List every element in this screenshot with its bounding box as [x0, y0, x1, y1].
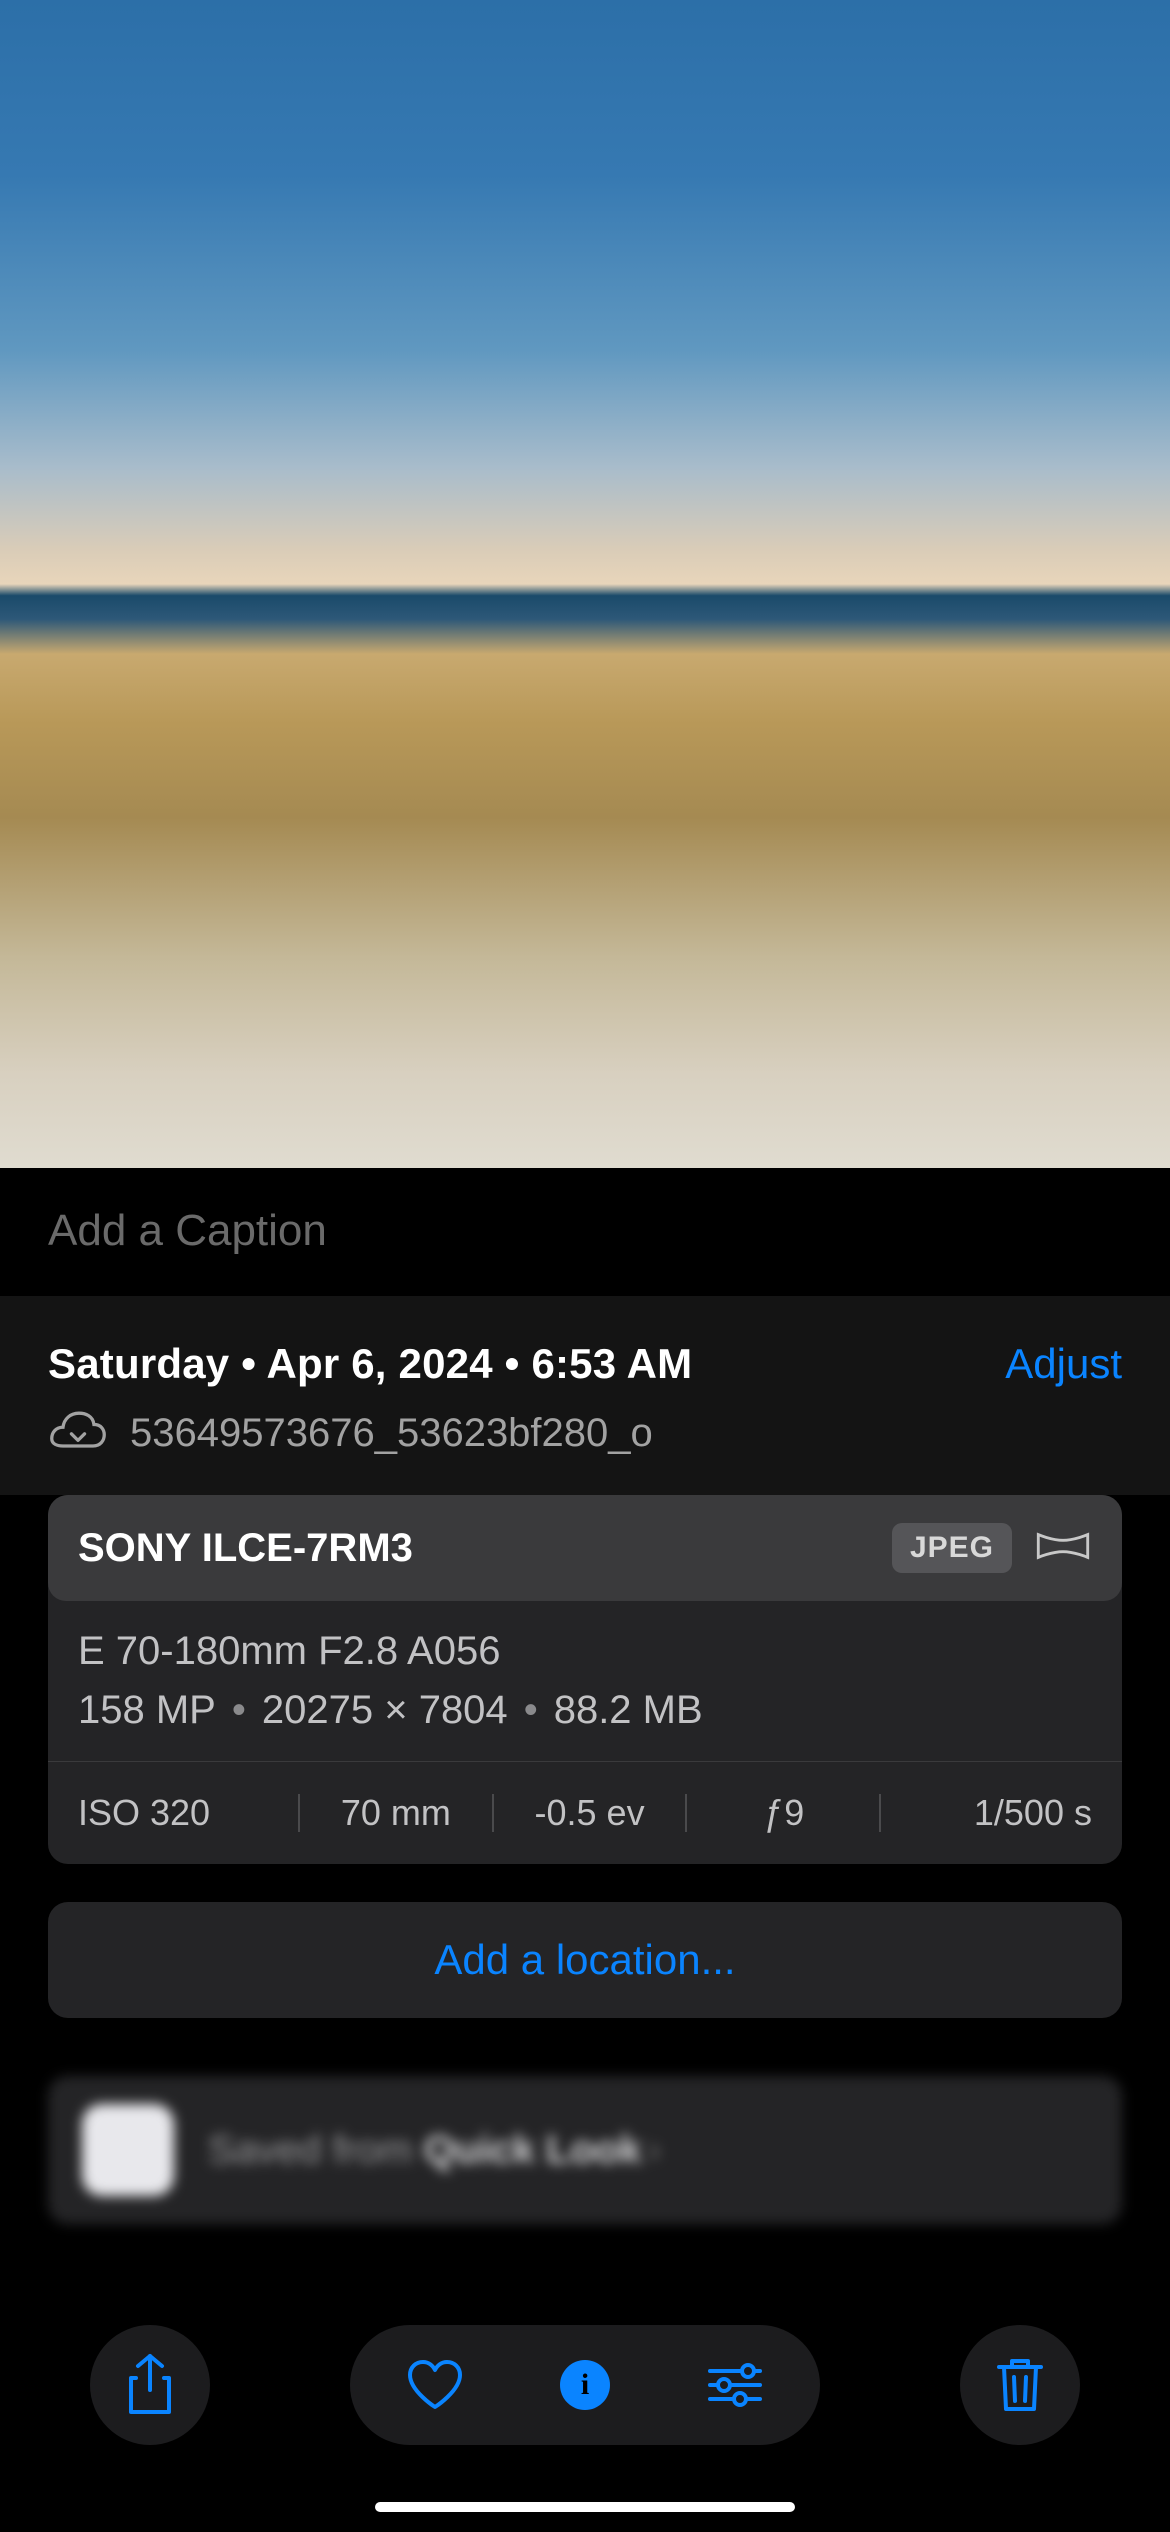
- source-text: Saved from Quick Look›: [208, 2128, 661, 2173]
- filename-label: 53649573676_53623bf280_o: [130, 1411, 653, 1456]
- f-number: ƒ9: [687, 1792, 879, 1834]
- time-label: 6:53 AM: [531, 1340, 692, 1387]
- filesize: 88.2 MB: [554, 1688, 703, 1732]
- iso-value: ISO 320: [78, 1792, 298, 1834]
- caption-input-row[interactable]: Add a Caption: [0, 1168, 1170, 1296]
- source-card[interactable]: Saved from Quick Look›: [48, 2076, 1122, 2224]
- metadata-section: Saturday • Apr 6, 2024 • 6:53 AM 5364957…: [0, 1296, 1170, 1495]
- cloud-download-icon: [48, 1410, 108, 1457]
- share-icon: [123, 2352, 177, 2418]
- caption-placeholder: Add a Caption: [48, 1206, 327, 1255]
- focal-length: 70 mm: [300, 1792, 492, 1834]
- exif-shoot-row: ISO 320 70 mm -0.5 ev ƒ9 1/500 s: [48, 1761, 1122, 1864]
- share-button[interactable]: [90, 2325, 210, 2445]
- pixel-dimensions: 20275 × 7804: [262, 1688, 508, 1732]
- add-location-label: Add a location...: [434, 1936, 735, 1983]
- day-label: Saturday: [48, 1340, 229, 1387]
- format-badge: JPEG: [892, 1523, 1012, 1573]
- dimensions-line: 158 MP•20275 × 7804•88.2 MB: [78, 1688, 1092, 1733]
- lens-name: E 70-180mm F2.8 A056: [78, 1629, 1092, 1674]
- home-indicator[interactable]: [375, 2502, 795, 2512]
- bottom-toolbar: i: [0, 2288, 1170, 2532]
- adjust-button[interactable]: Adjust: [1005, 1340, 1122, 1388]
- camera-model: SONY ILCE-7RM3: [78, 1526, 413, 1571]
- megapixels: 158 MP: [78, 1688, 216, 1732]
- trash-icon: [995, 2355, 1045, 2415]
- exposure-value: -0.5 ev: [494, 1792, 686, 1834]
- exif-body: E 70-180mm F2.8 A056 158 MP•20275 × 7804…: [48, 1601, 1122, 1761]
- heart-icon: [406, 2359, 464, 2411]
- source-app-icon: [82, 2104, 174, 2196]
- info-button[interactable]: i: [510, 2335, 660, 2435]
- add-location-button[interactable]: Add a location...: [48, 1902, 1122, 2018]
- shutter-speed: 1/500 s: [881, 1792, 1092, 1834]
- photo-preview[interactable]: [0, 0, 1170, 1168]
- exif-header: SONY ILCE-7RM3 JPEG: [48, 1495, 1122, 1601]
- delete-button[interactable]: [960, 2325, 1080, 2445]
- favorite-button[interactable]: [360, 2335, 510, 2435]
- info-icon: i: [560, 2360, 610, 2410]
- date-label: Apr 6, 2024: [266, 1340, 492, 1387]
- edit-button[interactable]: [660, 2335, 810, 2435]
- center-toolbar-group: i: [350, 2325, 820, 2445]
- sliders-icon: [706, 2362, 764, 2408]
- photo-date: Saturday • Apr 6, 2024 • 6:53 AM: [48, 1340, 1005, 1388]
- exif-card: SONY ILCE-7RM3 JPEG E 70-180mm F2.8 A056…: [48, 1495, 1122, 1864]
- panorama-icon: [1034, 1527, 1092, 1570]
